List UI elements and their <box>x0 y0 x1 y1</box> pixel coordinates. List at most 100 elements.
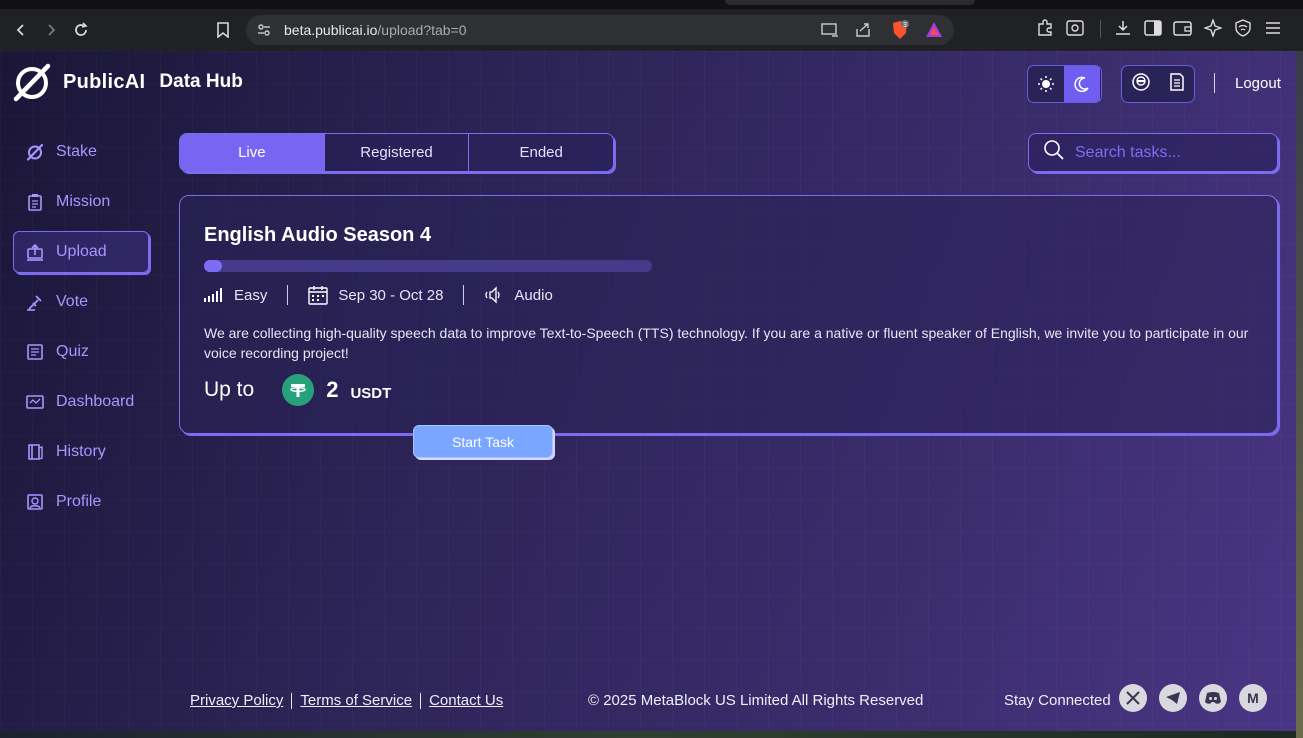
reward-prefix: Up to <box>204 378 255 401</box>
logout-button[interactable]: Logout <box>1235 75 1281 92</box>
sidebar-item-dashboard[interactable]: Dashboard <box>13 381 149 423</box>
hub-name: Data Hub <box>159 71 243 92</box>
page-search-icon[interactable] <box>1066 19 1084 42</box>
start-task-button[interactable]: Start Task <box>413 425 553 458</box>
app-main: PublicAI Data Hub Logout Stake Mission U… <box>0 51 1296 731</box>
sidebar-item-mission[interactable]: Mission <box>13 181 149 223</box>
quiz-icon <box>26 343 44 361</box>
vpn-icon[interactable] <box>1234 19 1252 42</box>
menu-icon[interactable] <box>1264 19 1282 42</box>
meta-divider <box>287 285 289 305</box>
logo[interactable]: PublicAI Data Hub <box>13 62 243 102</box>
url-text: beta.publicai.io/upload?tab=0 <box>284 22 467 38</box>
stay-connected-label: Stay Connected <box>1004 692 1111 709</box>
sidebar-item-stake[interactable]: Stake <box>13 131 149 173</box>
avatar-icon[interactable] <box>1131 72 1151 97</box>
task-meta: Easy Sep 30 - Oct 28 Audio <box>204 284 553 306</box>
reward-amount: 2 <box>326 377 339 402</box>
site-info-icon[interactable] <box>256 22 272 43</box>
x-twitter-icon[interactable] <box>1119 684 1147 712</box>
copyright: © 2025 MetaBlock US Limited All Rights R… <box>588 692 924 709</box>
mission-icon <box>26 193 44 211</box>
light-mode-icon[interactable] <box>1028 66 1064 102</box>
back-icon[interactable] <box>10 19 32 41</box>
vote-icon <box>26 293 44 311</box>
contact-link[interactable]: Contact Us <box>429 692 503 709</box>
search-box <box>1028 133 1278 172</box>
publicai-logo-icon <box>13 63 51 102</box>
usdt-icon <box>282 374 315 406</box>
privacy-policy-link[interactable]: Privacy Policy <box>190 692 283 709</box>
medium-letter: M <box>1247 690 1259 706</box>
dashboard-icon <box>26 393 44 411</box>
sidebar-item-label: Stake <box>56 143 97 160</box>
bookmark-icon[interactable] <box>212 19 234 41</box>
sidebar-item-label: Dashboard <box>56 393 135 410</box>
sidebar-item-history[interactable]: History <box>13 431 149 473</box>
tab-ended[interactable]: Ended <box>469 134 613 171</box>
task-title: English Audio Season 4 <box>204 224 432 246</box>
upload-icon <box>26 243 44 261</box>
footer-divider <box>420 692 422 709</box>
task-progress-fill <box>204 260 222 272</box>
wallet-icon[interactable] <box>1173 19 1193 42</box>
extensions-icon[interactable] <box>1036 19 1054 42</box>
sidebar-item-label: Profile <box>56 493 102 510</box>
history-icon <box>26 443 44 461</box>
calendar-icon <box>308 285 329 305</box>
leo-ai-icon[interactable] <box>1202 17 1224 42</box>
sidebar-item-profile[interactable]: Profile <box>13 481 149 523</box>
search-icon <box>1043 139 1065 166</box>
profile-icon <box>26 493 44 511</box>
sidebar-item-label: Mission <box>56 193 111 210</box>
sidebar-item-label: Upload <box>56 243 107 260</box>
reward-currency: USDT <box>350 384 392 402</box>
tab-live[interactable]: Live <box>180 134 325 171</box>
medium-icon[interactable]: M <box>1239 684 1267 712</box>
sidebar-item-quiz[interactable]: Quiz <box>13 331 149 373</box>
task-tabs: Live Registered Ended <box>179 133 614 172</box>
brand-name: PublicAI <box>63 70 146 93</box>
docs-icon[interactable] <box>1168 72 1186 97</box>
tab-registered[interactable]: Registered <box>325 134 470 171</box>
brave-shield-icon[interactable]: 3 <box>889 19 911 46</box>
sidebar-item-label: Vote <box>56 293 89 310</box>
download-icon[interactable] <box>1114 19 1132 42</box>
toolbar-divider <box>1100 20 1101 38</box>
share-icon[interactable] <box>854 21 872 44</box>
forward-icon[interactable] <box>40 19 62 41</box>
footer-divider <box>291 692 293 709</box>
reward: Up to 2 USDT <box>204 374 391 406</box>
desktop-wallpaper-strip <box>0 731 1296 738</box>
header-tools <box>1121 65 1195 103</box>
theme-toggle[interactable] <box>1027 65 1102 103</box>
address-bar[interactable]: beta.publicai.io/upload?tab=0 3 <box>246 15 954 45</box>
browser-toolbar: beta.publicai.io/upload?tab=0 3 <box>0 9 1303 51</box>
task-description: We are collecting high-quality speech da… <box>204 325 1249 361</box>
sidebar-item-vote[interactable]: Vote <box>13 281 149 323</box>
header-divider <box>1214 73 1215 93</box>
sidebar-toggle-icon[interactable] <box>1144 19 1162 42</box>
cast-icon[interactable] <box>820 21 840 44</box>
dark-mode-icon[interactable] <box>1064 66 1100 102</box>
terms-link[interactable]: Terms of Service <box>300 692 412 709</box>
task-progress-bar <box>204 260 652 272</box>
task-type: Audio <box>514 286 553 304</box>
discord-icon[interactable] <box>1199 684 1227 712</box>
browser-tabstrip <box>0 0 1303 9</box>
brave-badge: 3 <box>903 22 907 29</box>
sidebar-item-label: Quiz <box>56 343 89 360</box>
reload-icon[interactable] <box>70 19 92 41</box>
stake-icon <box>26 143 44 161</box>
browser-tab[interactable] <box>725 0 975 5</box>
date-range: Sep 30 - Oct 28 <box>338 286 444 304</box>
desktop-edge <box>1296 51 1303 738</box>
brave-rewards-icon[interactable] <box>924 20 944 45</box>
difficulty-label: Easy <box>234 286 268 304</box>
audio-icon <box>484 286 504 304</box>
sidebar-item-label: History <box>56 443 106 460</box>
sidebar-item-upload[interactable]: Upload <box>13 231 149 273</box>
meta-divider <box>463 285 465 305</box>
search-input[interactable] <box>1075 143 1265 162</box>
telegram-icon[interactable] <box>1159 684 1187 712</box>
